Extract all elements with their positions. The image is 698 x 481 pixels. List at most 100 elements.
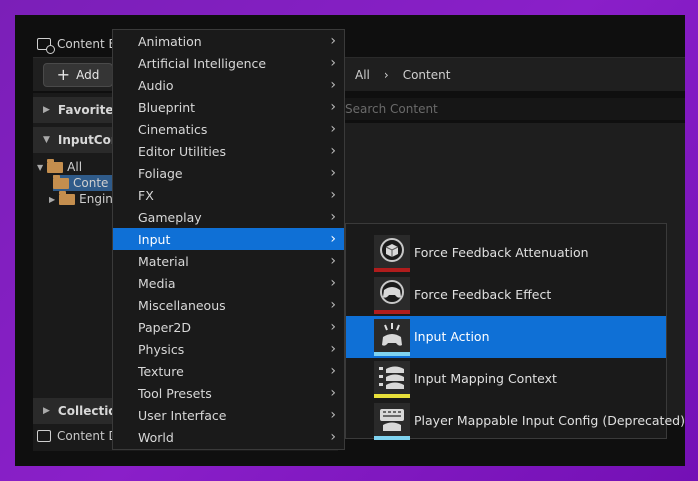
chevron-right-icon: › bbox=[330, 99, 336, 115]
menu-item-foliage[interactable]: Foliage › bbox=[113, 162, 344, 184]
expand-arrow-icon: ▶ bbox=[49, 194, 56, 204]
menu-item-label: Texture bbox=[138, 363, 184, 379]
player-mappable-input-config-icon bbox=[374, 403, 410, 440]
chevron-right-icon: › bbox=[330, 341, 336, 357]
breadcrumb-all[interactable]: All bbox=[355, 68, 370, 82]
breadcrumb-content[interactable]: Content bbox=[403, 68, 451, 82]
menu-item-label: Editor Utilities bbox=[138, 143, 227, 159]
menu-item-audio[interactable]: Audio › bbox=[113, 74, 344, 96]
menu-item-label: Paper2D bbox=[138, 319, 191, 335]
plus-icon: + bbox=[56, 65, 71, 84]
menu-item-tool-presets[interactable]: Tool Presets › bbox=[113, 382, 344, 404]
menu-item-fx[interactable]: FX › bbox=[113, 184, 344, 206]
chevron-right-icon: › bbox=[330, 55, 336, 71]
menu-item-blueprint[interactable]: Blueprint › bbox=[113, 96, 344, 118]
submenu-item-label: Force Feedback Attenuation bbox=[414, 245, 589, 260]
content-drawer-icon bbox=[37, 430, 51, 442]
create-asset-category-menu: Animation › Artificial Intelligence › Audio ›… bbox=[112, 29, 345, 450]
asset-type-color-bar bbox=[374, 310, 410, 314]
asset-type-color-bar bbox=[374, 268, 410, 272]
menu-item-physics[interactable]: Physics › bbox=[113, 338, 344, 360]
menu-item-paper2d[interactable]: Paper2D › bbox=[113, 316, 344, 338]
menu-item-texture[interactable]: Texture › bbox=[113, 360, 344, 382]
menu-item-label: User Interface bbox=[138, 407, 227, 423]
chevron-right-icon: › bbox=[330, 77, 336, 93]
chevron-right-icon: › bbox=[330, 319, 336, 335]
folder-icon bbox=[59, 190, 76, 205]
submenu-item-input-action[interactable]: Input Action bbox=[346, 316, 666, 358]
chevron-right-icon: › bbox=[330, 121, 336, 137]
chevron-right-icon: › bbox=[330, 385, 336, 401]
input-action-icon bbox=[374, 319, 410, 356]
menu-item-label: Animation bbox=[138, 33, 202, 49]
menu-item-label: Tool Presets bbox=[138, 385, 212, 401]
menu-item-label: Media bbox=[138, 275, 176, 291]
chevron-right-icon: › bbox=[330, 231, 336, 247]
collapse-arrow-icon: ▼ bbox=[37, 162, 44, 172]
force-feedback-attenuation-icon bbox=[374, 235, 410, 272]
menu-item-label: World bbox=[138, 429, 174, 445]
input-submenu: Force Feedback Attenuation Force Feedback… bbox=[345, 223, 685, 442]
submenu-item-label: Force Feedback Effect bbox=[414, 287, 552, 302]
menu-item-label: Foliage bbox=[138, 165, 183, 181]
menu-item-animation[interactable]: Animation › bbox=[113, 30, 344, 52]
add-button-label: Add bbox=[76, 68, 100, 82]
menu-item-editor-utilities[interactable]: Editor Utilities › bbox=[113, 140, 344, 162]
chevron-right-icon: › bbox=[330, 407, 336, 423]
menu-item-miscellaneous[interactable]: Miscellaneous › bbox=[113, 294, 344, 316]
content-browser-tab-label: Content B bbox=[57, 37, 117, 51]
submenu-item-player-mappable-input-config-deprecated[interactable]: Player Mappable Input Config (Deprecated… bbox=[346, 400, 685, 442]
tree-item-label: Engin bbox=[79, 192, 113, 206]
submenu-item-label: Input Action bbox=[414, 329, 490, 344]
chevron-right-icon: › bbox=[330, 363, 336, 379]
expand-arrow-icon: ▶ bbox=[43, 406, 50, 416]
menu-item-label: Audio bbox=[138, 77, 174, 93]
submenu-item-label: Player Mappable Input Config (Deprecated… bbox=[414, 413, 685, 428]
menu-item-user-interface[interactable]: User Interface › bbox=[113, 404, 344, 426]
menu-item-world[interactable]: World › bbox=[113, 426, 344, 448]
expand-arrow-icon: ▶ bbox=[43, 105, 50, 115]
submenu-item-input-mapping-context[interactable]: Input Mapping Context bbox=[346, 358, 666, 400]
menu-item-media[interactable]: Media › bbox=[113, 272, 344, 294]
input-mapping-context-icon bbox=[374, 361, 410, 398]
chevron-right-icon: › bbox=[330, 209, 336, 225]
asset-type-color-bar bbox=[374, 436, 410, 440]
menu-item-label: Artificial Intelligence bbox=[138, 55, 267, 71]
menu-item-label: Physics bbox=[138, 341, 185, 357]
submenu-item-label: Input Mapping Context bbox=[414, 371, 557, 386]
chevron-right-icon: › bbox=[330, 253, 336, 269]
content-browser-icon bbox=[37, 38, 55, 54]
menu-item-gameplay[interactable]: Gameplay › bbox=[113, 206, 344, 228]
menu-item-cinematics[interactable]: Cinematics › bbox=[113, 118, 344, 140]
force-feedback-effect-icon bbox=[374, 277, 410, 314]
chevron-right-icon: › bbox=[330, 429, 336, 445]
folder-open-icon bbox=[53, 174, 69, 189]
search-input[interactable]: Search Content bbox=[345, 98, 685, 120]
collapse-arrow-icon: ▼ bbox=[43, 135, 50, 145]
search-placeholder: Search Content bbox=[345, 102, 438, 116]
asset-type-color-bar bbox=[374, 394, 410, 398]
menu-item-label: Input bbox=[138, 231, 171, 247]
tree-item-label: All bbox=[67, 160, 83, 174]
menu-item-label: Gameplay bbox=[138, 209, 202, 225]
chevron-right-icon: › bbox=[330, 297, 336, 313]
chevron-right-icon: › bbox=[330, 143, 336, 159]
chevron-right-icon: › bbox=[330, 187, 336, 203]
breadcrumb: All › Content bbox=[355, 68, 450, 82]
submenu-item-force-feedback-effect[interactable]: Force Feedback Effect bbox=[346, 274, 666, 316]
add-button[interactable]: + Add bbox=[43, 63, 113, 87]
menu-item-label: Cinematics bbox=[138, 121, 208, 137]
menu-item-artificial-intelligence[interactable]: Artificial Intelligence › bbox=[113, 52, 344, 74]
menu-item-label: Blueprint bbox=[138, 99, 196, 115]
chevron-right-icon: › bbox=[330, 33, 336, 49]
menu-item-input[interactable]: Input › bbox=[113, 228, 344, 250]
asset-type-color-bar bbox=[374, 352, 410, 356]
tree-item-label: Conte bbox=[73, 176, 109, 190]
submenu-item-force-feedback-attenuation[interactable]: Force Feedback Attenuation bbox=[346, 232, 666, 274]
chevron-right-icon: › bbox=[330, 275, 336, 291]
menu-item-label: Material bbox=[138, 253, 189, 269]
menu-item-material[interactable]: Material › bbox=[113, 250, 344, 272]
tree-item-all[interactable]: ▼ All bbox=[37, 158, 117, 175]
breadcrumb-separator-icon: › bbox=[383, 68, 389, 82]
chevron-right-icon: › bbox=[330, 165, 336, 181]
